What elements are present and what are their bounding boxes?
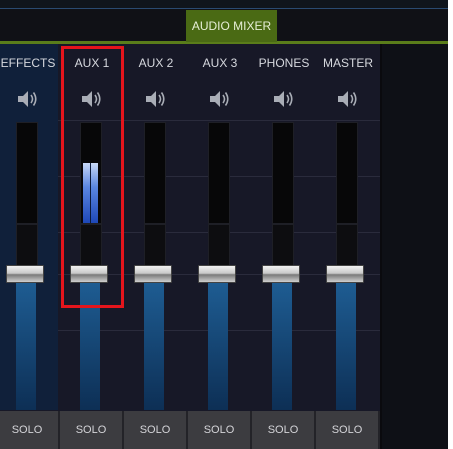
channel-label: PHONES bbox=[258, 56, 310, 70]
speaker-icon[interactable] bbox=[336, 88, 360, 110]
speaker-icon[interactable] bbox=[208, 88, 232, 110]
level-meter bbox=[208, 122, 230, 224]
channel-label: AUX 2 bbox=[138, 56, 174, 70]
level-meter bbox=[144, 122, 166, 224]
window-edge bbox=[448, 0, 453, 449]
fader-handle[interactable] bbox=[134, 265, 172, 283]
fader-handle[interactable] bbox=[326, 265, 364, 283]
fader-track[interactable] bbox=[144, 275, 164, 410]
fader-handle[interactable] bbox=[262, 265, 300, 283]
level-meter bbox=[16, 122, 38, 224]
solo-button[interactable]: SOLO bbox=[188, 411, 252, 449]
fader-handle[interactable] bbox=[6, 265, 44, 283]
fader-track[interactable] bbox=[336, 275, 356, 410]
fader-track[interactable] bbox=[16, 275, 36, 410]
channel-strip: MASTER SOLO bbox=[316, 44, 380, 449]
solo-button[interactable]: SOLO bbox=[0, 411, 60, 449]
solo-button[interactable]: SOLO bbox=[252, 411, 316, 449]
tab-audio-mixer[interactable]: AUDIO MIXER bbox=[186, 10, 277, 42]
fader-track[interactable] bbox=[272, 275, 292, 410]
speaker-icon[interactable] bbox=[16, 88, 40, 110]
fader-handle[interactable] bbox=[198, 265, 236, 283]
aux1-highlight-box bbox=[61, 46, 124, 308]
speaker-icon[interactable] bbox=[272, 88, 296, 110]
top-strip bbox=[0, 0, 448, 9]
channel-strip: AUX 3 SOLO bbox=[188, 44, 252, 449]
solo-button[interactable]: SOLO bbox=[60, 411, 124, 449]
channel-strip: PHONES SOLO bbox=[252, 44, 316, 449]
channel-strip: EFFECTS SOLO bbox=[0, 44, 60, 449]
level-meter bbox=[336, 122, 358, 224]
right-panel bbox=[382, 44, 448, 449]
channel-strip: AUX 2 SOLO bbox=[124, 44, 188, 449]
speaker-icon[interactable] bbox=[144, 88, 168, 110]
channel-label: AUX 3 bbox=[202, 56, 238, 70]
channel-label: EFFECTS bbox=[0, 56, 56, 70]
level-meter bbox=[272, 122, 294, 224]
solo-button[interactable]: SOLO bbox=[124, 411, 188, 449]
fader-track[interactable] bbox=[208, 275, 228, 410]
solo-button[interactable]: SOLO bbox=[316, 411, 380, 449]
channel-label: MASTER bbox=[322, 56, 373, 70]
